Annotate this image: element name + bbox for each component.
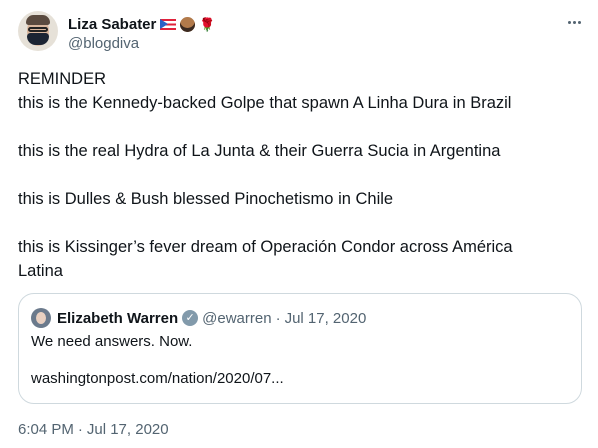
quoted-author-row: Elizabeth Warren ✓ @ewarren · Jul 17, 20…	[57, 308, 366, 328]
quoted-link[interactable]: washingtonpost.com/nation/2020/07...	[31, 369, 284, 389]
quoted-author-avatar[interactable]	[31, 308, 51, 328]
author-display-name[interactable]: Liza Sabater	[68, 16, 156, 33]
quoted-separator: ·	[275, 309, 281, 327]
quoted-date[interactable]: Jul 17, 2020	[285, 310, 367, 327]
person-emoji-icon	[180, 16, 196, 32]
author-handle[interactable]: @blogdiva	[68, 35, 139, 52]
author-avatar[interactable]	[18, 11, 58, 51]
quoted-author-name[interactable]: Elizabeth Warren	[57, 310, 178, 327]
tweet-line: REMINDER	[18, 70, 107, 88]
tweet-line-gap	[18, 163, 578, 187]
tweet-line: this is Kissinger’s fever dream of Opera…	[18, 238, 513, 256]
tweet-line: Latina	[18, 262, 63, 280]
more-options-button[interactable]	[562, 10, 586, 34]
tweet-line: this is the Kennedy-backed Golpe that sp…	[18, 94, 512, 112]
tweet-line: this is Dulles & Bush blessed Pinochetis…	[18, 190, 394, 208]
author-name-row[interactable]: Liza Sabater 🌹	[68, 14, 216, 34]
quoted-tweet-card[interactable]: Elizabeth Warren ✓ @ewarren · Jul 17, 20…	[18, 293, 582, 404]
tweet-time[interactable]: 6:04 PM	[18, 421, 74, 438]
avatar-hair	[26, 15, 50, 25]
tweet-line-gap	[18, 211, 578, 235]
quoted-text: We need answers. Now.	[31, 333, 193, 350]
tweet-text: REMINDER this is the Kennedy-backed Golp…	[18, 67, 578, 283]
more-horizontal-icon	[567, 20, 571, 24]
tweet-date[interactable]: Jul 17, 2020	[87, 421, 169, 438]
quoted-author-handle: @ewarren	[202, 309, 272, 327]
rose-emoji-icon: 🌹	[199, 16, 216, 32]
tweet: Liza Sabater 🌹 @blogdiva REMINDER this i…	[0, 0, 598, 448]
tweet-line: this is the real Hydra of La Junta & the…	[18, 142, 501, 160]
avatar-mask	[27, 33, 49, 45]
timestamp-separator: ·	[77, 421, 83, 438]
tweet-timestamp[interactable]: 6:04 PM · Jul 17, 2020	[18, 421, 169, 438]
puerto-rico-flag-icon	[160, 18, 177, 30]
verified-badge-icon: ✓	[182, 310, 199, 326]
avatar-glasses	[28, 27, 48, 32]
tweet-line-gap	[18, 115, 578, 139]
